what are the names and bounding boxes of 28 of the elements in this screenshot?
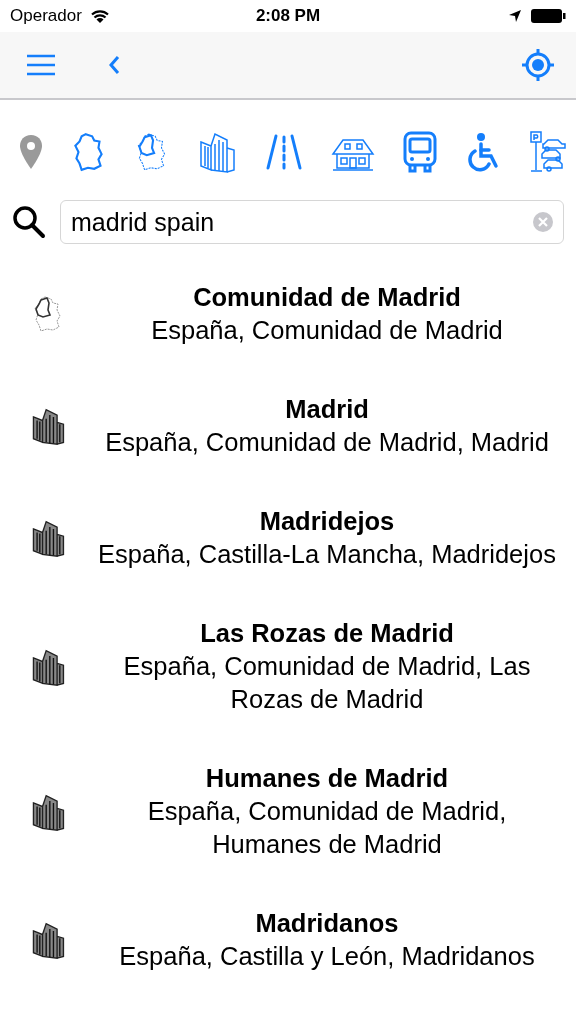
- result-title[interactable]: Madrid: [96, 393, 558, 426]
- result-title[interactable]: Las Rozas de Madrid: [96, 617, 558, 650]
- bus-icon[interactable]: [402, 130, 438, 174]
- menu-icon[interactable]: [26, 54, 56, 76]
- result-subtitle: España, Comunidad de Madrid, Madrid: [104, 427, 550, 458]
- back-chevron-icon[interactable]: [108, 55, 120, 75]
- result-subtitle: España, Castilla-La Mancha, Madridejos: [97, 539, 557, 570]
- clock-time: 2:08 PM: [255, 6, 321, 26]
- carrier-name: Operador: [10, 6, 82, 26]
- result-title[interactable]: Humanes de Madrid: [96, 762, 558, 795]
- road-icon[interactable]: [264, 132, 304, 172]
- location-arrow-icon: [508, 9, 522, 23]
- result-subtitle: España, Castilla y León, Madridanos: [118, 941, 536, 972]
- result-title[interactable]: Comunidad de Madrid: [96, 281, 558, 314]
- result-subtitle: España, Comunidad de Madrid: [150, 315, 504, 346]
- battery-icon: [530, 8, 566, 24]
- wifi-icon: [89, 8, 110, 24]
- result-title[interactable]: Madridejos: [96, 505, 558, 538]
- locate-icon[interactable]: [520, 47, 556, 83]
- wheelchair-icon[interactable]: [465, 132, 501, 172]
- result-subtitle: España, Comunidad de Madrid, Humanes de Madrid: [146, 796, 508, 860]
- buildings-icon[interactable]: [197, 130, 237, 174]
- result-title[interactable]: Madridanos: [96, 907, 558, 940]
- parking-cars-icon[interactable]: [528, 130, 568, 174]
- search-icon: [12, 205, 46, 239]
- pin-icon[interactable]: [18, 133, 44, 171]
- result-subtitle: España, Comunidad de Madrid, Las Rozas de Madrid: [122, 651, 532, 715]
- search-field[interactable]: madrid spain: [60, 200, 564, 244]
